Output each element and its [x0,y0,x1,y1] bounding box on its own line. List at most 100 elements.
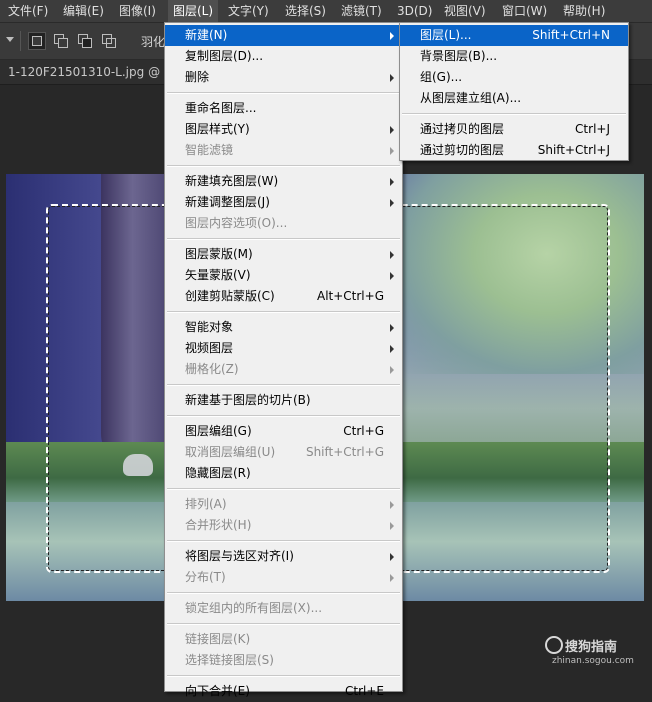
new-submenu-item[interactable]: 通过剪切的图层 Shift+Ctrl+J [400,140,628,161]
layer-menu-item-label: 智能滤镜 [185,143,234,157]
menubar-item-8[interactable]: 视图(V) [439,0,491,22]
layer-menu-item: 栅格化(Z) [165,359,402,380]
submenu-arrow-icon [390,251,394,259]
layer-menu-item-label: 向下合并(E) [185,684,250,698]
submenu-arrow-icon [390,199,394,207]
submenu-arrow-icon [390,553,394,561]
new-submenu-item[interactable]: 通过拷贝的图层 Ctrl+J [400,119,628,140]
layer-menu-item-label: 图层样式(Y) [185,122,250,136]
layer-menu-separator [167,311,400,313]
submenu-arrow-icon [390,32,394,40]
layer-menu-item-label: 重命名图层... [185,101,257,115]
layer-menu-item[interactable]: 图层蒙版(M) [165,244,402,265]
layer-menu-item-label: 矢量蒙版(V) [185,268,251,282]
document-tab[interactable]: 1-120F21501310-L.jpg @ 13 [8,65,179,79]
new-submenu-item-label: 图层(L)... [420,28,472,42]
layer-menu-item-label: 新建(N) [185,28,228,42]
layer-menu-item[interactable]: 隐藏图层(R) [165,463,402,484]
layer-menu-item: 图层内容选项(O)... [165,213,402,234]
watermark: 搜狗指南 [545,636,617,655]
layer-menu-item-label: 图层蒙版(M) [185,247,253,261]
layer-menu-item: 取消图层编组(U) Shift+Ctrl+G [165,442,402,463]
layer-menu-item[interactable]: 新建基于图层的切片(B) [165,390,402,411]
layer-menu-separator [167,592,400,594]
new-submenu-item[interactable]: 组(G)... [400,67,628,88]
submenu-arrow-icon [390,324,394,332]
layer-menu-item-label: 视频图层 [185,341,234,355]
layer-menu-item-label: 图层内容选项(O)... [185,216,288,230]
menubar-item-4[interactable]: 文字(Y) [223,0,274,22]
submenu-arrow-icon [390,574,394,582]
options-divider [20,31,21,51]
add-to-selection-button[interactable] [53,33,69,49]
menubar-item-10[interactable]: 帮助(H) [558,0,610,22]
layer-menu-separator [167,92,400,94]
menubar-item-5[interactable]: 选择(S) [280,0,331,22]
menubar-item-6[interactable]: 滤镜(T) [336,0,387,22]
tool-preset-dropdown-icon[interactable] [6,37,14,42]
new-submenu-item-label: 通过拷贝的图层 [420,122,505,136]
submenu-arrow-icon [390,522,394,530]
layer-menu-item[interactable]: 新建填充图层(W) [165,171,402,192]
new-selection-button[interactable] [28,32,46,50]
layer-menu-item-label: 分布(T) [185,570,226,584]
layer-menu-item[interactable]: 新建(N) [165,25,402,46]
submenu-arrow-icon [390,147,394,155]
layer-menu-item-shortcut: Shift+Ctrl+G [305,445,384,459]
layer-menu-separator [167,165,400,167]
layer-menu-item: 智能滤镜 [165,140,402,161]
new-submenu-item-label: 背景图层(B)... [420,49,498,63]
menu-bar: 文件(F) 编辑(E) 图像(I) 图层(L) 文字(Y) 选择(S) 滤镜(T) 3D(D)… [0,0,652,23]
layer-menu-separator [167,488,400,490]
menubar-item-0[interactable]: 文件(F) [3,0,53,22]
new-submenu-item-shortcut: Shift+Ctrl+N [532,28,610,42]
layer-menu-item[interactable]: 将图层与选区对齐(I) [165,546,402,567]
submenu-arrow-icon [390,126,394,134]
menubar-item-7[interactable]: 3D(D) [392,0,437,22]
layer-menu-item-label: 智能对象 [185,320,234,334]
new-submenu-item-label: 组(G)... [420,70,463,84]
layer-menu-separator [167,675,400,677]
layer-menu-item[interactable]: 复制图层(D)... [165,46,402,67]
layer-menu-separator [167,238,400,240]
layer-menu-item[interactable]: 向下合并(E) Ctrl+E [165,681,402,702]
layer-menu-item: 锁定组内的所有图层(X)... [165,598,402,619]
submenu-arrow-icon [390,272,394,280]
layer-menu-separator [167,415,400,417]
layer-menu-item[interactable]: 创建剪贴蒙版(C) Alt+Ctrl+G [165,286,402,307]
menubar-item-2[interactable]: 图像(I) [114,0,161,22]
subtract-from-selection-button[interactable] [77,33,93,49]
menubar-item-9[interactable]: 窗口(W) [497,0,552,22]
layer-menu-item[interactable]: 重命名图层... [165,98,402,119]
layer-menu-item[interactable]: 矢量蒙版(V) [165,265,402,286]
layer-menu-item-label: 删除 [185,70,210,84]
layer-menu-item-shortcut: Alt+Ctrl+G [316,289,384,303]
layer-menu-item[interactable]: 删除 [165,67,402,88]
layer-menu-item: 链接图层(K) [165,629,402,650]
layer-menu-item[interactable]: 图层编组(G) Ctrl+G [165,421,402,442]
layer-menu-item[interactable]: 新建调整图层(J) [165,192,402,213]
layer-menu-item-label: 复制图层(D)... [185,49,264,63]
layer-menu-item-label: 图层编组(G) [185,424,252,438]
layer-menu-item: 合并形状(H) [165,515,402,536]
layer-menu-item: 排列(A) [165,494,402,515]
submenu-arrow-icon [390,366,394,374]
layer-menu: 新建(N) 复制图层(D)... 删除重命名图层... 图层样式(Y) 智能滤镜新建填充… [164,22,403,698]
menubar-item-3[interactable]: 图层(L) [168,0,219,22]
layer-menu-item[interactable]: 图层样式(Y) [165,119,402,140]
layer-menu-item-shortcut: Ctrl+E [345,684,384,698]
layer-menu-item-label: 隐藏图层(R) [185,466,251,480]
layer-menu-item-label: 链接图层(K) [185,632,251,646]
layer-menu-item-label: 排列(A) [185,497,227,511]
layer-menu-item[interactable]: 智能对象 [165,317,402,338]
intersect-selection-button[interactable] [101,33,117,49]
menubar-item-1[interactable]: 编辑(E) [58,0,109,22]
layer-menu-item-label: 栅格化(Z) [185,362,239,376]
watermark-url: zhinan.sogou.com [552,656,634,666]
new-submenu-item[interactable]: 图层(L)... Shift+Ctrl+N [400,25,628,46]
new-submenu-item[interactable]: 从图层建立组(A)... [400,88,628,109]
new-submenu-item-shortcut: Shift+Ctrl+J [537,143,610,157]
new-submenu-item[interactable]: 背景图层(B)... [400,46,628,67]
layer-menu-item[interactable]: 视频图层 [165,338,402,359]
layer-menu-item-shortcut: Ctrl+G [343,424,384,438]
